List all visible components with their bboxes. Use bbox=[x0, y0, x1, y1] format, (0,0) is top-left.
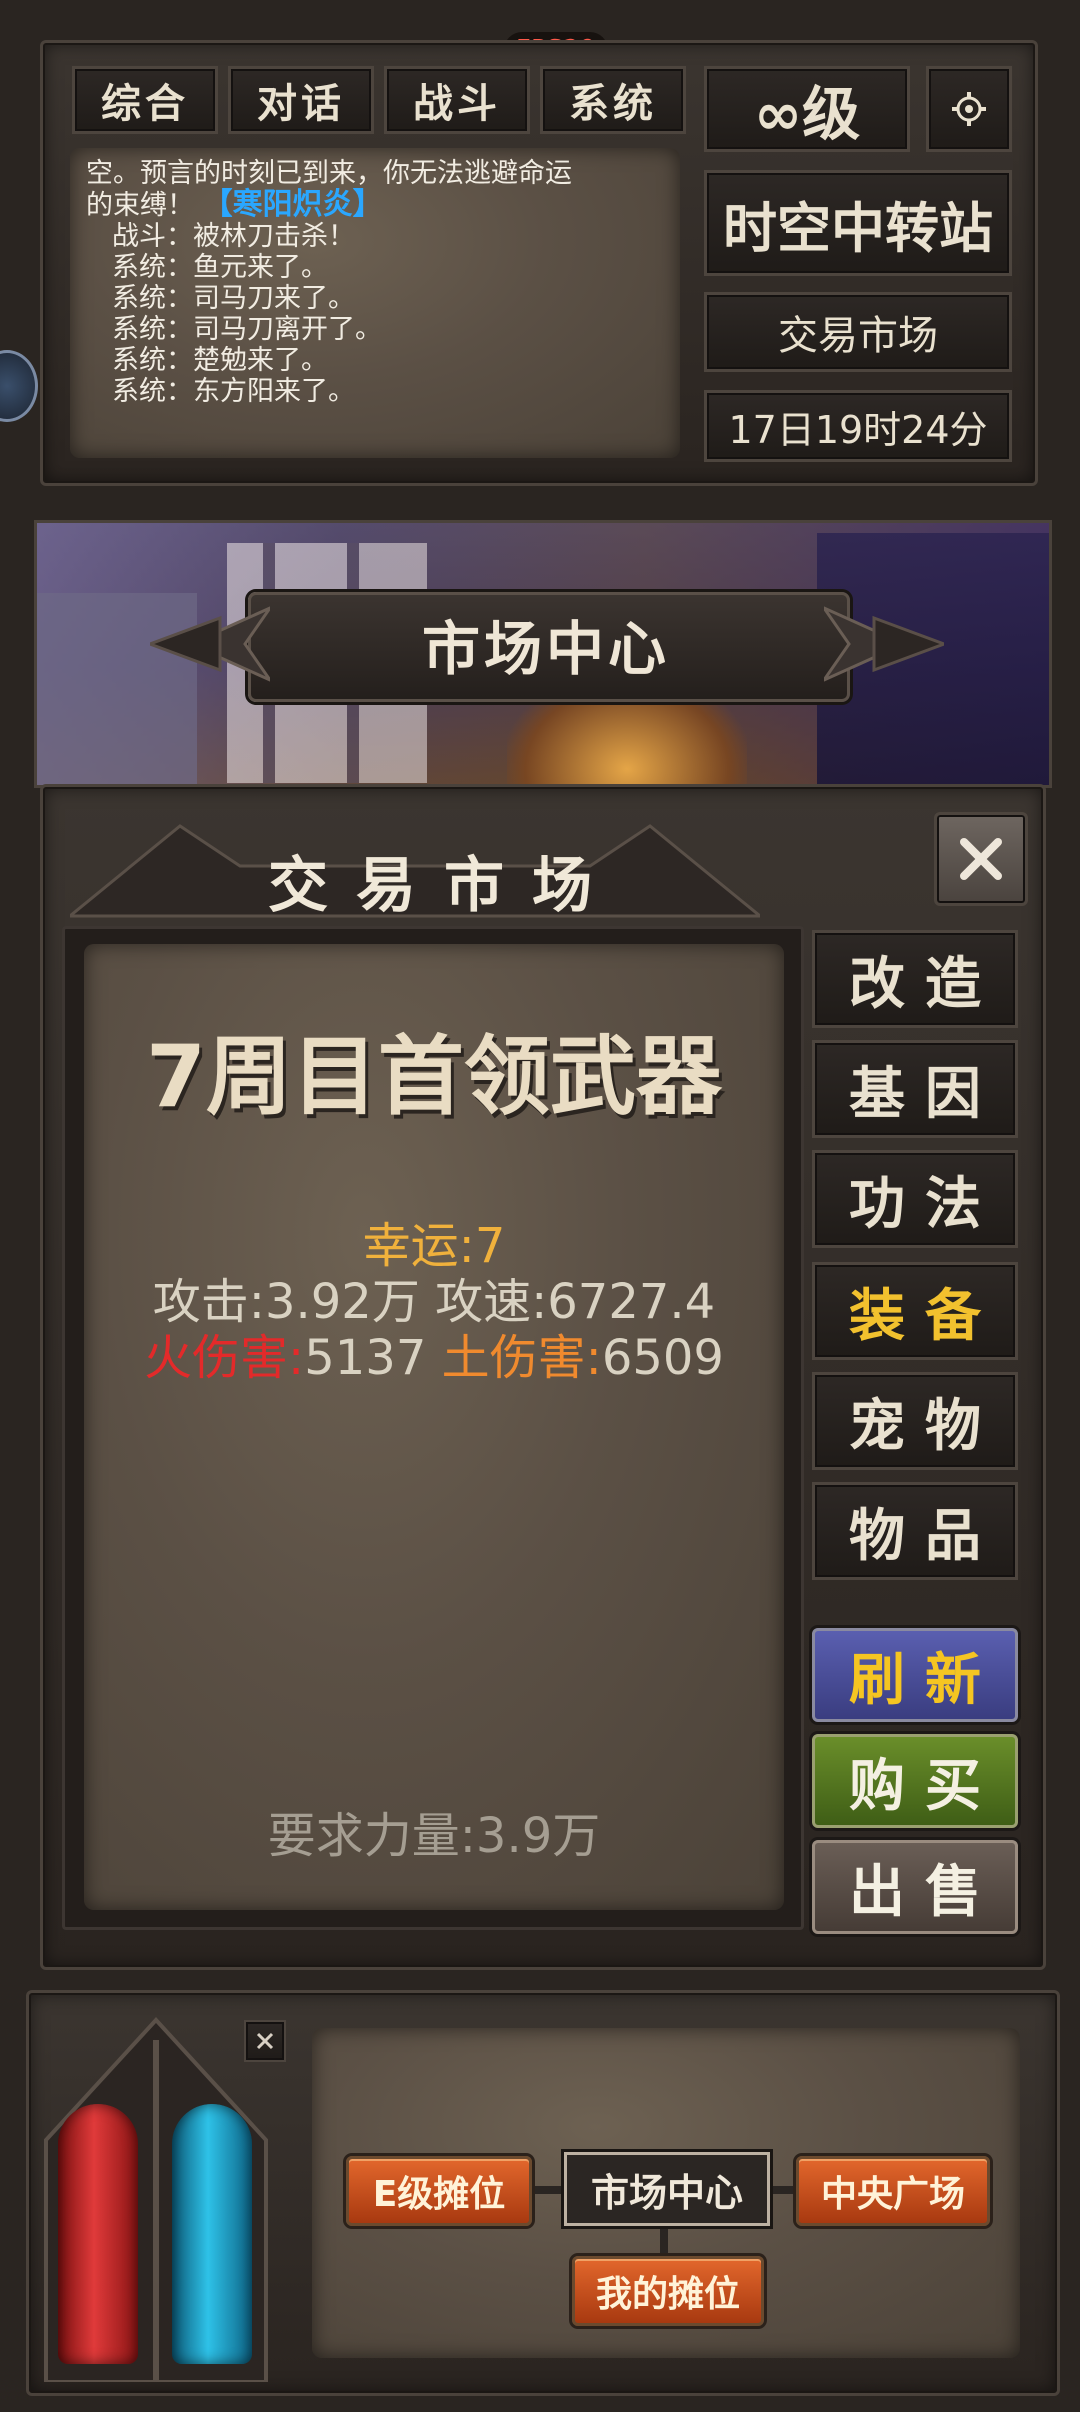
gear-icon bbox=[952, 92, 986, 126]
earth-damage-value: 6509 bbox=[601, 1330, 724, 1386]
chat-line: 空。预言的时刻已到来，你无法逃避命运 bbox=[86, 158, 572, 189]
chat-log[interactable]: 空。预言的时刻已到来，你无法逃避命运 的束缚！ 【寒阳炽炎】 战斗：被林刀击杀！… bbox=[70, 148, 680, 458]
panel-title: 交易市场 bbox=[268, 850, 620, 921]
chat-line: 系统：东方阳来了。 bbox=[112, 376, 355, 407]
hp-orb bbox=[58, 2104, 138, 2364]
mp-orb bbox=[172, 2104, 252, 2364]
category-modify[interactable]: 改造 bbox=[812, 930, 1018, 1028]
map-node-my-stall[interactable]: 我的摊位 bbox=[572, 2256, 764, 2326]
chat-line: 系统：司马刀来了。 bbox=[112, 283, 355, 314]
banner-title: 市场中心 bbox=[421, 615, 670, 683]
market-link-button[interactable]: 交易市场 bbox=[704, 292, 1012, 372]
category-skill[interactable]: 功法 bbox=[812, 1150, 1018, 1248]
tab-general[interactable]: 综合 bbox=[72, 66, 218, 134]
game-time: 17日19时24分 bbox=[704, 390, 1012, 462]
chat-text: 的束缚！ bbox=[86, 190, 194, 221]
map-node-central-plaza[interactable]: 中央广场 bbox=[796, 2156, 990, 2226]
earth-damage-label: 土伤害: bbox=[441, 1330, 602, 1386]
chat-line: 系统：鱼元来了。 bbox=[112, 252, 328, 283]
item-name: 7周目首领武器 bbox=[146, 1027, 722, 1127]
chat-line: 的束缚！ 【寒阳炽炎】 bbox=[86, 189, 664, 221]
tab-system[interactable]: 系统 bbox=[540, 66, 686, 134]
refresh-button[interactable]: 刷新 bbox=[812, 1628, 1018, 1722]
item-damage-row: 火伤害:5137 土伤害:6509 bbox=[84, 1318, 784, 1388]
map-node-market-center[interactable]: 市场中心 bbox=[564, 2152, 770, 2226]
level-display: ∞级 bbox=[704, 66, 910, 152]
chat-line: 战斗：被林刀击杀！ bbox=[112, 221, 355, 252]
close-button[interactable] bbox=[934, 812, 1028, 906]
item-detail: 7周目首领武器 幸运:7 攻击:3.92万 攻速:6727.4 火伤害:5137… bbox=[84, 944, 784, 1910]
category-item[interactable]: 物品 bbox=[812, 1482, 1018, 1580]
location-name[interactable]: 时空中转站 bbox=[704, 170, 1012, 276]
side-handle[interactable] bbox=[0, 350, 38, 422]
sell-button[interactable]: 出售 bbox=[812, 1840, 1018, 1934]
minimap-close-button[interactable] bbox=[244, 2020, 286, 2062]
close-icon bbox=[256, 2032, 274, 2050]
map-node-e-stall[interactable]: E级摊位 bbox=[346, 2156, 532, 2226]
item-requirement: 要求力量:3.9万 bbox=[267, 1808, 601, 1864]
chat-highlight: 【寒阳炽炎】 bbox=[202, 187, 383, 222]
chat-line: 系统：司马刀离开了。 bbox=[112, 314, 382, 345]
buy-button[interactable]: 购买 bbox=[812, 1734, 1018, 1828]
close-icon bbox=[960, 838, 1002, 880]
category-pet[interactable]: 宠物 bbox=[812, 1372, 1018, 1470]
tab-combat[interactable]: 战斗 bbox=[384, 66, 530, 134]
category-equipment[interactable]: 装备 bbox=[812, 1262, 1018, 1360]
chat-line: 系统：楚勉来了。 bbox=[112, 345, 328, 376]
settings-button[interactable] bbox=[926, 66, 1012, 152]
tab-dialog[interactable]: 对话 bbox=[228, 66, 374, 134]
fire-damage-value: 5137 bbox=[304, 1330, 427, 1386]
fire-damage-label: 火伤害: bbox=[144, 1330, 305, 1386]
category-gene[interactable]: 基因 bbox=[812, 1040, 1018, 1138]
